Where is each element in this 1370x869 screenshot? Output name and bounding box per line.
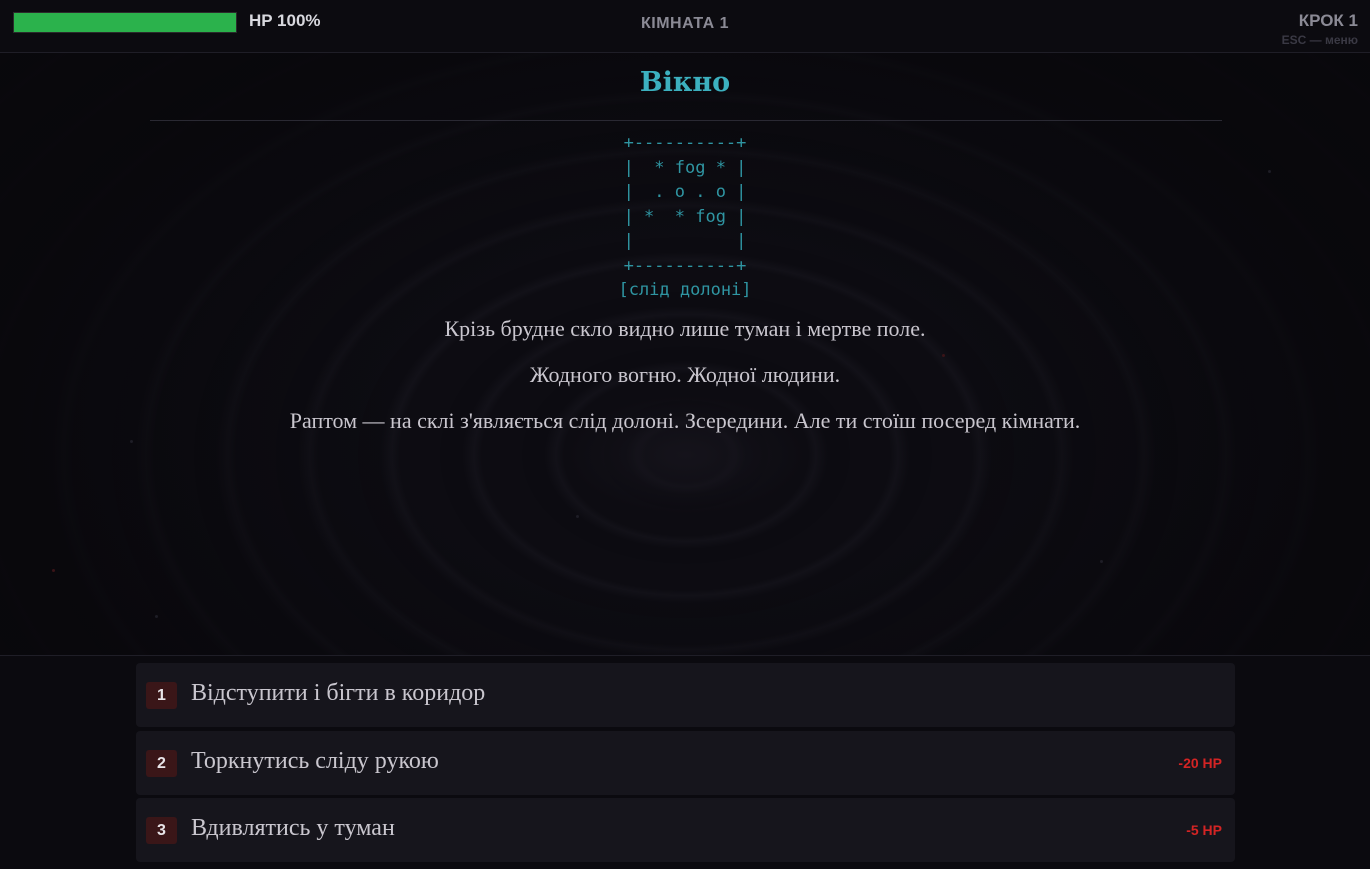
story-paragraph: Крізь брудне скло видно лише туман і мер… xyxy=(444,316,926,341)
choice-option-2[interactable]: 2 Торкнутись сліду рукою -20 HP xyxy=(136,731,1235,795)
choices-panel: 1 Відступити і бігти в коридор 2 Торкнут… xyxy=(0,655,1370,869)
choice-label: Відступити і бігти в коридор xyxy=(191,680,486,706)
story-text: Крізь брудне скло видно лише туман і мер… xyxy=(285,312,1085,450)
esc-menu-hint: ESC — меню xyxy=(1281,33,1358,47)
step-counter: КРОК 1 xyxy=(1298,11,1358,30)
game-screen: HP 100% КІМНАТА 1 КРОК 1 ESC — меню Вікн… xyxy=(0,0,1370,869)
choice-number-badge: 3 xyxy=(146,817,177,844)
story-paragraph: Жодного вогню. Жодної людини. xyxy=(529,362,841,387)
scene-title: Вікно xyxy=(639,67,731,98)
choice-number-badge: 1 xyxy=(146,682,177,709)
choice-label: Вдивлятись у туман xyxy=(191,815,395,841)
scene-panel: Вікно +----------+ | * fog * | | . o . o… xyxy=(0,53,1370,655)
choice-number-badge: 2 xyxy=(146,750,177,777)
choice-label: Торкнутись сліду рукою xyxy=(191,748,439,774)
choice-option-1[interactable]: 1 Відступити і бігти в коридор xyxy=(136,663,1235,727)
story-paragraph: Раптом — на склі з'являється слід долоні… xyxy=(289,408,1081,433)
choice-option-3[interactable]: 3 Вдивлятись у туман -5 HP xyxy=(136,798,1235,862)
ascii-art-window: +----------+ | * fog * | | . o . o | | *… xyxy=(618,133,752,300)
title-divider xyxy=(150,120,1222,121)
top-hud: HP 100% КІМНАТА 1 КРОК 1 ESC — меню xyxy=(0,0,1370,53)
choice-hp-cost: -20 HP xyxy=(1178,755,1222,771)
room-label: КІМНАТА 1 xyxy=(640,15,729,32)
choice-hp-cost: -5 HP xyxy=(1186,822,1222,838)
